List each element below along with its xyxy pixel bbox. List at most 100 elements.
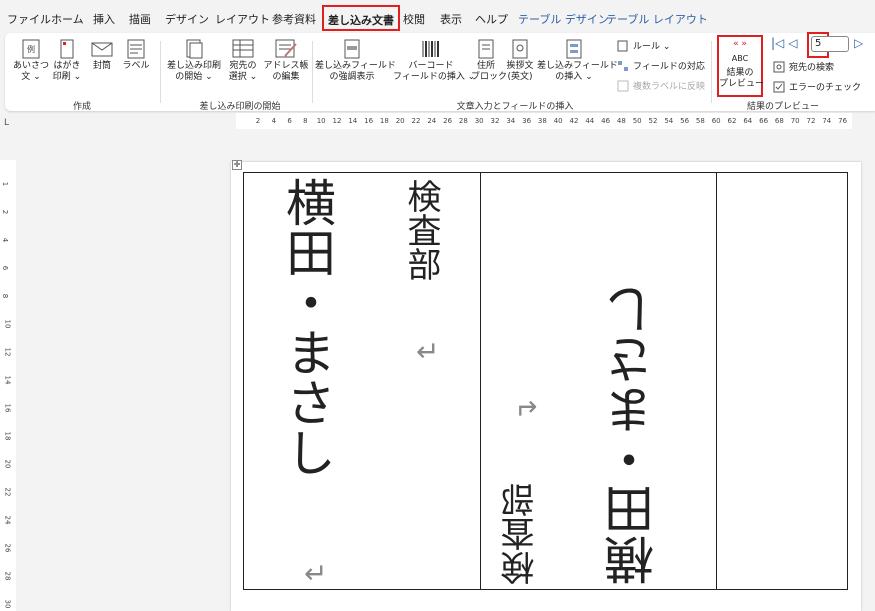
find-recipient-button[interactable]: 宛先の検索	[773, 60, 834, 73]
highlight-merge-fields-button[interactable]: 差し込みフィールド の強調表示	[315, 39, 396, 83]
table-move-handle-icon[interactable]: ✛	[232, 160, 242, 170]
ruler-tick-label: 12	[3, 347, 12, 357]
horizontal-ruler[interactable]: 2 4 6 8 10 12 14 16 18 20 22 24 26 28 30 32 34 36 38 40 42 44…	[236, 113, 852, 129]
preview-arrows-icon: « »	[733, 39, 747, 49]
ruler-tick-label: 34	[506, 117, 516, 125]
ruler-tick-label: 2	[255, 117, 261, 125]
ruler-tick-label: 62	[727, 117, 737, 125]
record-number-input[interactable]: 5	[811, 36, 849, 52]
insert-merge-field-icon	[566, 39, 582, 59]
vertical-ruler[interactable]: 1 2 4 6 8 10 12 14 16 18 20 22 24 26 28 30	[0, 160, 16, 611]
envelope-button[interactable]: 封筒	[87, 39, 117, 72]
ruler-tick-label: 66	[759, 117, 769, 125]
match-fields-icon	[618, 60, 628, 71]
ruler-tick-label: 6	[287, 117, 292, 125]
address-block-label-2: ブロック	[471, 72, 508, 82]
labels-label: ラベル	[122, 61, 150, 71]
greeting-line-label-2: (英文)	[507, 72, 533, 82]
find-recipient-label: 宛先の検索	[789, 63, 835, 73]
ruler-tick-label: 26	[3, 543, 12, 553]
greeting-line-button[interactable]: 挨拶文 (英文)	[503, 39, 537, 83]
start-mail-merge-button[interactable]: 差し込み印刷 の開始 ⌄	[165, 39, 223, 83]
greeting-button[interactable]: 例 あいさつ 文 ⌄	[13, 39, 49, 83]
insert-merge-field-label-2: の挿入 ⌄	[555, 72, 593, 82]
select-recipients-label-1: 宛先の	[229, 61, 257, 71]
address-block-button[interactable]: 住所 ブロック	[471, 39, 507, 83]
tab-mailings[interactable]: 差し込み文書	[322, 5, 400, 31]
labels-button[interactable]: ラベル	[121, 39, 151, 72]
ruler-tick-label: 54	[664, 117, 674, 125]
find-recipient-icon	[773, 61, 785, 72]
tab-table-design[interactable]: テーブル デザイン	[518, 11, 609, 27]
ruler-tick-label: 36	[522, 117, 532, 125]
tab-review[interactable]: 校閲	[403, 11, 425, 27]
tab-design[interactable]: デザイン	[165, 11, 209, 27]
tab-file[interactable]: ファイル	[7, 11, 51, 27]
recipient-name-left[interactable]: 横田・まさし	[278, 177, 336, 477]
update-labels-button: 複数ラベルに反映	[617, 79, 705, 92]
department-left[interactable]: 検査部	[401, 179, 441, 281]
ruler-tick-label: 44	[585, 117, 595, 125]
greeting-line-icon	[512, 39, 528, 59]
ruler-tick-label: 70	[790, 117, 800, 125]
check-errors-label: エラーのチェック	[789, 83, 862, 93]
select-recipients-button[interactable]: 宛先の 選択 ⌄	[225, 39, 261, 83]
paragraph-mark-right-dept: ↵	[514, 391, 538, 424]
ruler-tick-label: 22	[411, 117, 421, 125]
insert-merge-field-button[interactable]: 差し込みフィールド の挿入 ⌄	[537, 39, 618, 83]
group-separator	[160, 41, 161, 103]
ruler-tick-label: 14	[348, 117, 358, 125]
group-create: 作成	[72, 102, 91, 112]
tab-home[interactable]: ホーム	[51, 11, 84, 27]
department-right[interactable]: 検査部	[501, 483, 541, 585]
group-preview-results: 結果のプレビュー	[747, 102, 820, 112]
label-table[interactable]: 横田・まさし 検査部 ↵ ↵ 横田・まさし 検査部 ↵	[243, 172, 848, 590]
group-start-mail-merge: 差し込み印刷の開始	[199, 102, 281, 112]
ruler-tick-label: 16	[3, 403, 12, 413]
ruler-tick-label: 16	[364, 117, 374, 125]
paragraph-mark-left-name: ↵	[304, 557, 328, 590]
edit-recipient-label-1: アドレス帳	[263, 61, 309, 71]
preview-label-1: 結果の	[726, 68, 754, 78]
check-errors-icon	[773, 81, 785, 92]
ruler-tick-label: 6	[1, 265, 10, 271]
document-page[interactable]: ✛ 横田・まさし 検査部 ↵ ↵ 横田・まさし 検査部 ↵	[231, 160, 861, 611]
tab-selector[interactable]: L	[4, 118, 9, 128]
greeting-line-label-1: 挨拶文	[506, 61, 534, 71]
recipients-list-icon	[232, 39, 254, 58]
insert-merge-field-label-1: 差し込みフィールド	[537, 61, 618, 71]
tab-layout[interactable]: レイアウト	[215, 11, 270, 27]
recipient-name-right[interactable]: 横田・まさし	[604, 285, 662, 585]
ruler-tick-label: 48	[616, 117, 626, 125]
previous-record-icon[interactable]: ◁	[788, 36, 797, 50]
rules-button[interactable]: ルール ⌄	[617, 39, 670, 52]
preview-results-button[interactable]: « » ABC 結果の プレビュー	[719, 39, 764, 90]
tab-view[interactable]: 表示	[440, 11, 462, 27]
start-mail-merge-icon	[186, 39, 203, 59]
check-errors-button[interactable]: エラーのチェック	[773, 80, 861, 93]
first-record-icon[interactable]: |◁	[771, 36, 784, 50]
ruler-tick-label: 2	[1, 209, 10, 215]
tab-table-layout[interactable]: テーブル レイアウト	[606, 11, 708, 27]
ribbon-panel: 例 あいさつ 文 ⌄ はがき 印刷 ⌄ 封筒 ラベル 作成 差し込み印刷 の開始…	[5, 32, 875, 112]
tab-insert[interactable]: 挿入	[93, 11, 115, 27]
postcard-print-button[interactable]: はがき 印刷 ⌄	[51, 39, 83, 83]
tab-help[interactable]: ヘルプ	[475, 11, 508, 27]
address-block-label-1: 住所	[476, 61, 495, 71]
match-fields-button[interactable]: フィールドの対応	[617, 59, 705, 72]
address-block-icon	[478, 39, 494, 59]
ruler-tick-label: 30	[474, 117, 484, 125]
table-column-border	[480, 173, 481, 589]
insert-barcode-field-button[interactable]: バーコード フィールドの挿入 ⌄	[393, 39, 475, 83]
next-record-icon[interactable]: ▷	[854, 36, 863, 50]
ruler-tick-label: 4	[1, 237, 10, 243]
tab-references[interactable]: 参考資料	[272, 11, 316, 27]
ruler-tick-label: 10	[3, 319, 12, 329]
tab-draw[interactable]: 描画	[129, 11, 151, 27]
ruler-tick-label: 18	[379, 117, 389, 125]
ruler-tick-label: 76	[838, 117, 848, 125]
table-column-border	[716, 173, 717, 589]
ruler-tick-label: 64	[743, 117, 753, 125]
edit-recipient-list-button[interactable]: アドレス帳 の編集	[263, 39, 309, 83]
ruler-tick-label: 22	[3, 487, 12, 497]
